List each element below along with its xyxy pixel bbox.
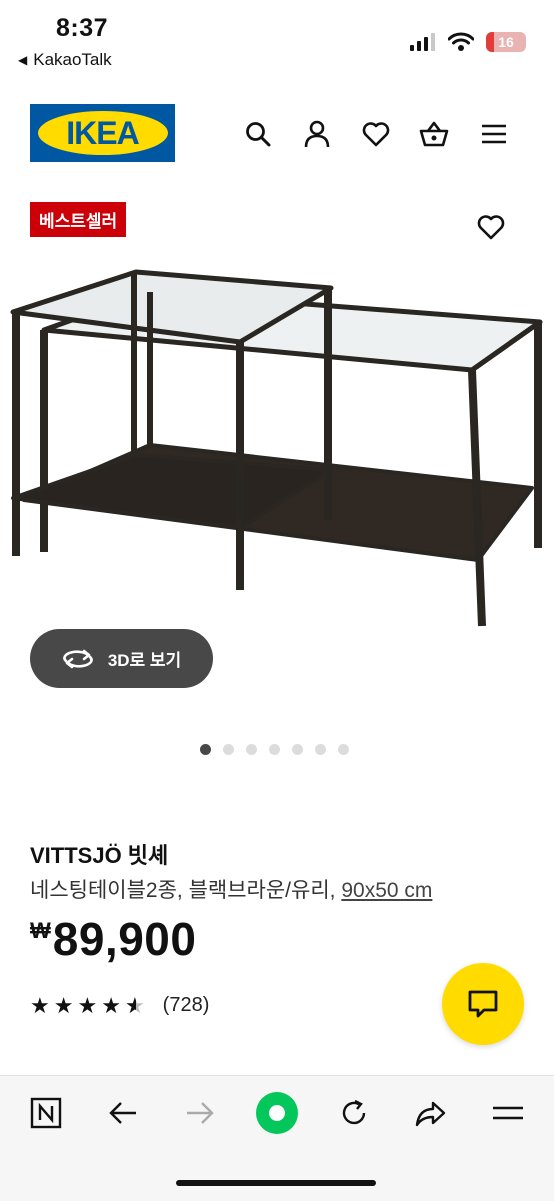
carousel-dot[interactable] <box>223 744 234 755</box>
menu-icon[interactable] <box>476 116 512 152</box>
ikea-logo[interactable]: IKEA <box>30 104 175 162</box>
status-icons: 16 <box>410 32 526 52</box>
view-3d-label: 3D로 보기 <box>107 651 182 670</box>
review-count[interactable]: (728) <box>163 994 210 1017</box>
product-price: ₩ 89,900 <box>30 912 196 966</box>
view-3d-button[interactable]: 3D로 보기 <box>30 629 213 688</box>
wifi-icon <box>448 32 474 51</box>
carousel-dots[interactable] <box>200 744 349 755</box>
product-desc-text: 네스팅테이블2종, 블랙브라운/유리, <box>30 879 342 902</box>
user-icon[interactable] <box>299 116 335 152</box>
star-icon: ★ <box>53 992 74 1018</box>
battery-icon: 16 <box>486 32 526 52</box>
back-arrow-icon[interactable] <box>103 1093 143 1133</box>
home-indicator[interactable] <box>176 1180 376 1186</box>
home-green-dot-icon[interactable] <box>255 1091 299 1135</box>
favorite-heart-icon[interactable] <box>477 214 513 250</box>
star-icon: ★ <box>30 992 50 1018</box>
carousel-dot[interactable] <box>338 744 349 755</box>
heart-icon[interactable] <box>358 116 394 152</box>
star-icon: ★ <box>77 992 98 1018</box>
chat-icon <box>468 990 498 1018</box>
logo-text: IKEA <box>66 114 139 151</box>
back-triangle-icon: ◀ <box>18 53 28 67</box>
basket-icon[interactable] <box>416 116 452 152</box>
currency-symbol: ₩ <box>30 918 51 943</box>
forward-arrow-icon[interactable] <box>180 1093 220 1133</box>
carousel-dot[interactable] <box>269 744 280 755</box>
more-menu-icon[interactable] <box>488 1093 528 1133</box>
carousel-dot[interactable] <box>246 744 257 755</box>
product-image[interactable] <box>0 260 554 640</box>
carousel-dot[interactable] <box>315 744 326 755</box>
carousel-dot[interactable] <box>292 744 303 755</box>
dimension-link[interactable]: 90x50 cm <box>341 879 432 902</box>
refresh-icon[interactable] <box>334 1093 374 1133</box>
share-icon[interactable] <box>410 1093 450 1133</box>
signal-icon <box>410 33 435 51</box>
chat-button[interactable] <box>442 963 524 1045</box>
bestseller-badge: 베스트셀러 <box>30 202 127 237</box>
back-app-label: KakaoTalk <box>33 50 112 69</box>
rating[interactable]: ★ ★ ★ ★ ★ (728) <box>30 994 209 1017</box>
search-icon[interactable] <box>240 116 276 152</box>
product-name: VITTSJÖ 빗셰 <box>30 843 169 868</box>
naver-n-icon[interactable] <box>26 1093 66 1133</box>
back-to-app-link[interactable]: ◀ KakaoTalk <box>18 50 112 70</box>
battery-level: 16 <box>498 34 514 50</box>
star-icon: ★ <box>101 992 121 1018</box>
price-amount: 89,900 <box>52 913 197 965</box>
carousel-dot[interactable] <box>200 744 211 755</box>
product-description: 네스팅테이블2종, 블랙브라운/유리, 90x50 cm <box>30 874 432 904</box>
half-star-icon: ★ <box>125 994 145 1017</box>
rotate-3d-icon <box>63 649 93 668</box>
status-time: 8:37 <box>56 14 109 42</box>
